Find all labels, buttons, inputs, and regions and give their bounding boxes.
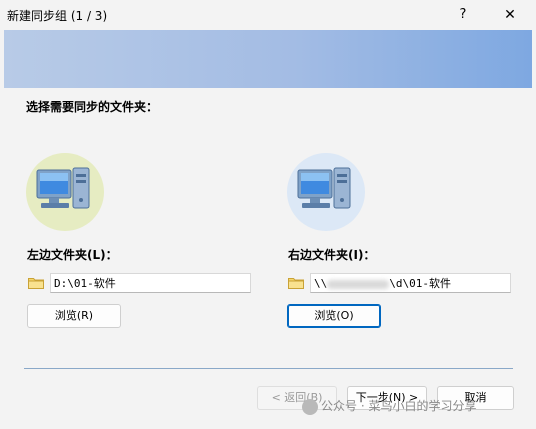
left-folder-label: 左边文件夹(L)： — [27, 248, 118, 262]
watermark: 公众号 · 菜鸟小白的学习分享 — [302, 397, 476, 415]
left-folder-path-input[interactable]: D:\01-软件 — [50, 273, 251, 293]
folder-icon — [288, 278, 304, 289]
dialog-window: 新建同步组 (1 / 3) ? ✕ 选择需要同步的文件夹： 左边文件夹(L)： — [0, 0, 536, 429]
redacted-host — [327, 279, 390, 289]
header-banner — [4, 30, 532, 88]
computer-icon — [287, 153, 365, 231]
wechat-logo-icon — [302, 398, 318, 415]
window-title: 新建同步组 (1 / 3) — [7, 9, 108, 23]
close-icon[interactable]: ✕ — [490, 3, 530, 27]
folder-icon — [28, 278, 44, 289]
right-path-suffix: \d\01-软件 — [389, 277, 451, 290]
title-bar: 新建同步组 (1 / 3) ? ✕ — [0, 0, 536, 30]
computer-icon — [26, 153, 104, 231]
right-folder-label: 右边文件夹(I)： — [288, 248, 376, 262]
right-folder-path-input[interactable]: \\ \d\01-软件 — [310, 273, 511, 293]
help-icon[interactable]: ? — [443, 3, 483, 27]
right-browse-button[interactable]: 浏览(O) — [287, 304, 381, 328]
watermark-text: 公众号 · 菜鸟小白的学习分享 — [321, 399, 477, 413]
page-heading: 选择需要同步的文件夹： — [26, 100, 159, 114]
left-browse-button[interactable]: 浏览(R) — [27, 304, 121, 328]
right-path-prefix: \\ — [314, 277, 328, 290]
footer-separator — [24, 368, 513, 369]
